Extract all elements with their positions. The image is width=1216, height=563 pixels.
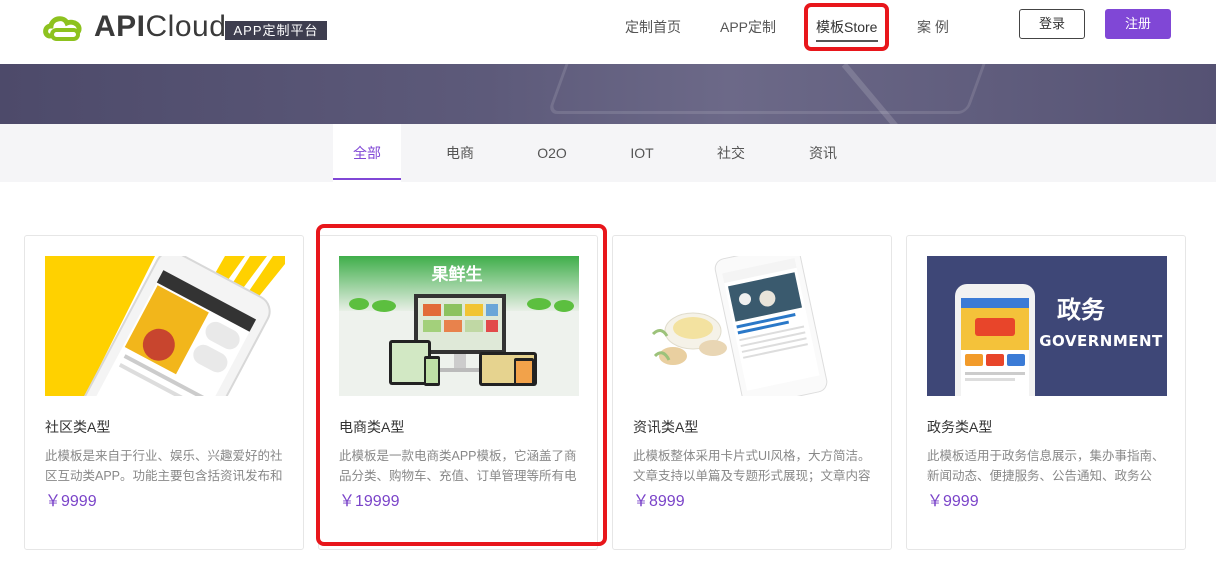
government-phone-image: 政务 GOVERNMENT — [927, 256, 1167, 396]
banner-laptop-decoration — [547, 64, 993, 114]
tab-ecommerce[interactable]: 电商 — [430, 124, 490, 182]
tab-o2o[interactable]: O2O — [522, 124, 582, 182]
phone-mockup-image — [45, 256, 285, 396]
card-description: 此模板是来自于行业、娱乐、兴趣爱好的社区互动类APP。功能主要包含括资讯发布和 — [45, 449, 283, 483]
template-card[interactable]: 政务 GOVERNMENT 政务类A型 此模板适用于政务信息展示，集办事指南、新… — [906, 235, 1186, 550]
gov-title-en: GOVERNMENT — [1039, 332, 1163, 350]
card-price: ￥8999 — [633, 493, 685, 510]
card-thumbnail[interactable] — [633, 256, 873, 396]
nav-item-home[interactable]: 定制首页 — [625, 17, 681, 37]
login-button[interactable]: 登录 — [1019, 9, 1085, 39]
gov-title-cn: 政务 — [1057, 295, 1106, 324]
platform-badge: APP定制平台 — [225, 21, 327, 40]
card-price: ￥19999 — [339, 493, 400, 510]
card-thumbnail[interactable]: 果鲜生 — [339, 256, 579, 396]
card-title: 政务类A型 — [927, 419, 993, 435]
tab-all[interactable]: 全部 — [333, 124, 401, 182]
hero-banner — [0, 64, 1216, 124]
template-card[interactable]: 果鲜生 电商类A型 此模板是一款电商类APP模板，它涵盖了商品分类、购物车、充值… — [318, 235, 598, 550]
cloud-logo-icon — [43, 16, 82, 41]
template-card[interactable]: 社区类A型 此模板是来自于行业、娱乐、兴趣爱好的社区互动类APP。功能主要包含括… — [24, 235, 304, 550]
card-price: ￥9999 — [927, 493, 979, 510]
logo-text: APICloud — [94, 10, 227, 43]
news-phone-image — [633, 256, 873, 396]
top-header: APICloud APP定制平台 定制首页 APP定制 模板Store 案 例 … — [0, 0, 1216, 64]
tab-news[interactable]: 资讯 — [793, 124, 853, 182]
card-thumbnail[interactable] — [45, 256, 285, 396]
nav-item-cases[interactable]: 案 例 — [917, 17, 949, 37]
category-tabs: 全部 电商 O2O IOT 社交 资讯 — [0, 124, 1216, 182]
card-thumbnail[interactable]: 政务 GOVERNMENT — [927, 256, 1167, 396]
template-card[interactable]: 资讯类A型 此模板整体采用卡片式UI风格，大方简洁。文章支持以单篇及专题形式展现… — [612, 235, 892, 550]
card-description: 此模板是一款电商类APP模板，它涵盖了商品分类、购物车、充值、订单管理等所有电 — [339, 449, 577, 483]
devices-mockup-image: 果鲜生 — [339, 256, 579, 396]
nav-item-app-custom[interactable]: APP定制 — [720, 17, 776, 37]
register-button[interactable]: 注册 — [1105, 9, 1171, 39]
card-title: 资讯类A型 — [633, 419, 699, 435]
apicloud-logo[interactable]: APICloud — [42, 10, 226, 44]
card-description: 此模板整体采用卡片式UI风格，大方简洁。文章支持以单篇及专题形式展现；文章内容 — [633, 449, 871, 483]
card-description: 此模板适用于政务信息展示，集办事指南、新闻动态、便捷服务、公告通知、政务公 — [927, 449, 1165, 483]
nav-highlight-box — [804, 3, 889, 51]
card-title: 社区类A型 — [45, 419, 111, 435]
tab-iot[interactable]: IOT — [612, 124, 672, 182]
card-title: 电商类A型 — [339, 419, 405, 435]
tab-social[interactable]: 社交 — [701, 124, 761, 182]
product-banner-text: 果鲜生 — [432, 264, 483, 285]
card-price: ￥9999 — [45, 493, 97, 510]
